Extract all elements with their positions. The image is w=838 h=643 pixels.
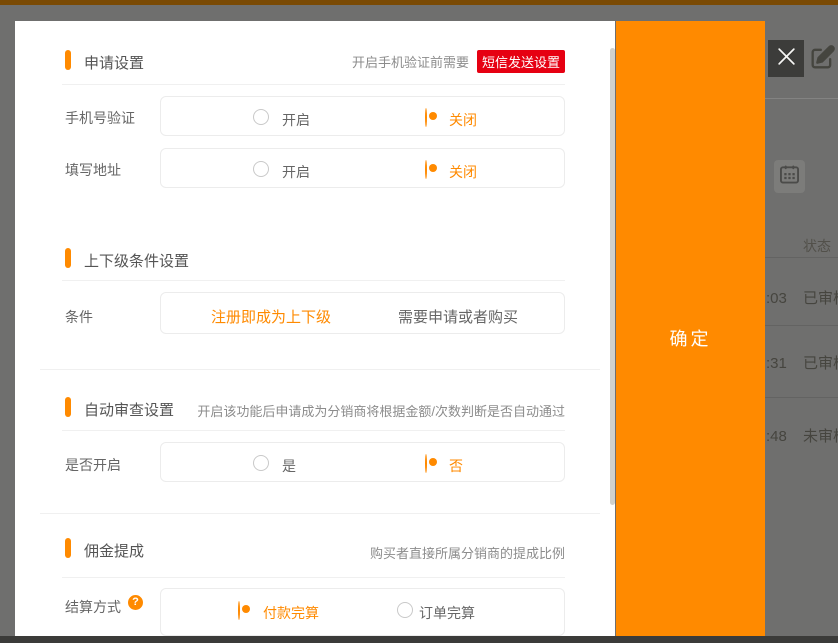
auto-no-label[interactable]: 否 — [449, 456, 463, 476]
section-title-relation: 上下级条件设置 — [84, 250, 189, 271]
background-toolbar-divider — [765, 98, 838, 99]
group-divider — [40, 369, 600, 370]
close-button[interactable] — [768, 40, 804, 77]
section-marker — [65, 248, 71, 268]
section-marker — [65, 50, 71, 70]
calendar-icon — [780, 164, 799, 189]
settlement-label: 结算方式 — [65, 597, 121, 617]
section-marker — [65, 538, 71, 558]
row-status: 已审核 — [803, 355, 838, 372]
address-off-label[interactable]: 关闭 — [449, 162, 477, 182]
table-row: :03 已审核 — [766, 287, 838, 308]
section-divider — [62, 430, 565, 431]
section-title-apply: 申请设置 — [84, 52, 144, 73]
apply-note: 开启手机验证前需要 短信发送设置 — [352, 50, 565, 73]
phone-verify-off-label[interactable]: 关闭 — [449, 110, 477, 130]
close-icon — [776, 46, 797, 72]
section-divider — [62, 577, 565, 578]
screen: 状态 :03 已审核 :31 已审核 :48 未审核 申请设置 开启手机验证前需… — [0, 0, 838, 643]
auto-enable-label: 是否开启 — [65, 455, 121, 475]
auto-review-desc: 开启该功能后申请成为分销商将根据金额/次数判断是否自动通过 — [197, 401, 565, 420]
settings-modal: 申请设置 开启手机验证前需要 短信发送设置 手机号验证 开启 关闭 填写地址 开… — [15, 21, 615, 636]
phone-verify-label: 手机号验证 — [65, 108, 135, 128]
table-divider — [765, 397, 838, 398]
settlement-payment-radio[interactable] — [238, 601, 240, 620]
table-divider — [765, 257, 838, 258]
address-label: 填写地址 — [65, 160, 121, 180]
section-marker — [65, 397, 71, 417]
confirm-label: 确定 — [616, 325, 765, 351]
section-divider — [62, 84, 565, 85]
condition-register-option[interactable]: 注册即成为上下级 — [211, 306, 331, 327]
row-time: :48 — [766, 428, 787, 445]
phone-verify-group: 开启 关闭 — [160, 96, 565, 136]
address-off-radio[interactable] — [425, 160, 427, 179]
edit-icon[interactable] — [807, 44, 837, 72]
address-group: 开启 关闭 — [160, 148, 565, 188]
calendar-button[interactable] — [774, 160, 805, 193]
settlement-group: 付款完算 订单完算 — [160, 588, 565, 636]
address-on-label[interactable]: 开启 — [282, 162, 310, 182]
settlement-order-radio[interactable] — [397, 602, 413, 618]
row-time: :03 — [766, 290, 787, 307]
bottom-edge-bar — [0, 636, 838, 643]
confirm-button[interactable]: 确定 — [616, 21, 765, 636]
condition-group: 注册即成为上下级 需要申请或者购买 — [160, 292, 565, 334]
row-time: :31 — [766, 355, 787, 372]
settlement-order-label[interactable]: 订单完算 — [419, 603, 475, 623]
table-divider — [765, 325, 838, 326]
note-text: 开启手机验证前需要 — [352, 52, 469, 71]
address-on-radio[interactable] — [253, 161, 269, 177]
row-status: 已审核 — [803, 290, 838, 307]
phone-verify-on-label[interactable]: 开启 — [282, 110, 310, 130]
auto-yes-label[interactable]: 是 — [282, 456, 296, 476]
condition-apply-option[interactable]: 需要申请或者购买 — [398, 306, 518, 327]
group-divider — [40, 513, 600, 514]
table-row: :48 未审核 — [766, 425, 838, 446]
section-title-auto: 自动审查设置 — [84, 399, 174, 420]
auto-yes-radio[interactable] — [253, 455, 269, 471]
commission-desc: 购买者直接所属分销商的提成比例 — [370, 543, 565, 562]
settlement-payment-label[interactable]: 付款完算 — [263, 603, 319, 623]
section-title-commission: 佣金提成 — [84, 540, 144, 561]
condition-label: 条件 — [65, 307, 93, 327]
auto-no-radio[interactable] — [425, 454, 427, 473]
row-status: 未审核 — [803, 428, 838, 445]
help-icon[interactable]: ? — [128, 595, 143, 610]
section-divider — [62, 280, 565, 281]
table-row: :31 已审核 — [766, 352, 838, 373]
phone-verify-off-radio[interactable] — [425, 108, 427, 127]
background-header-strip — [0, 0, 838, 5]
modal-scrollbar[interactable] — [610, 48, 615, 505]
status-column-header: 状态 — [803, 236, 831, 256]
sms-settings-link[interactable]: 短信发送设置 — [477, 50, 565, 73]
auto-enable-group: 是 否 — [160, 442, 565, 482]
phone-verify-on-radio[interactable] — [253, 109, 269, 125]
